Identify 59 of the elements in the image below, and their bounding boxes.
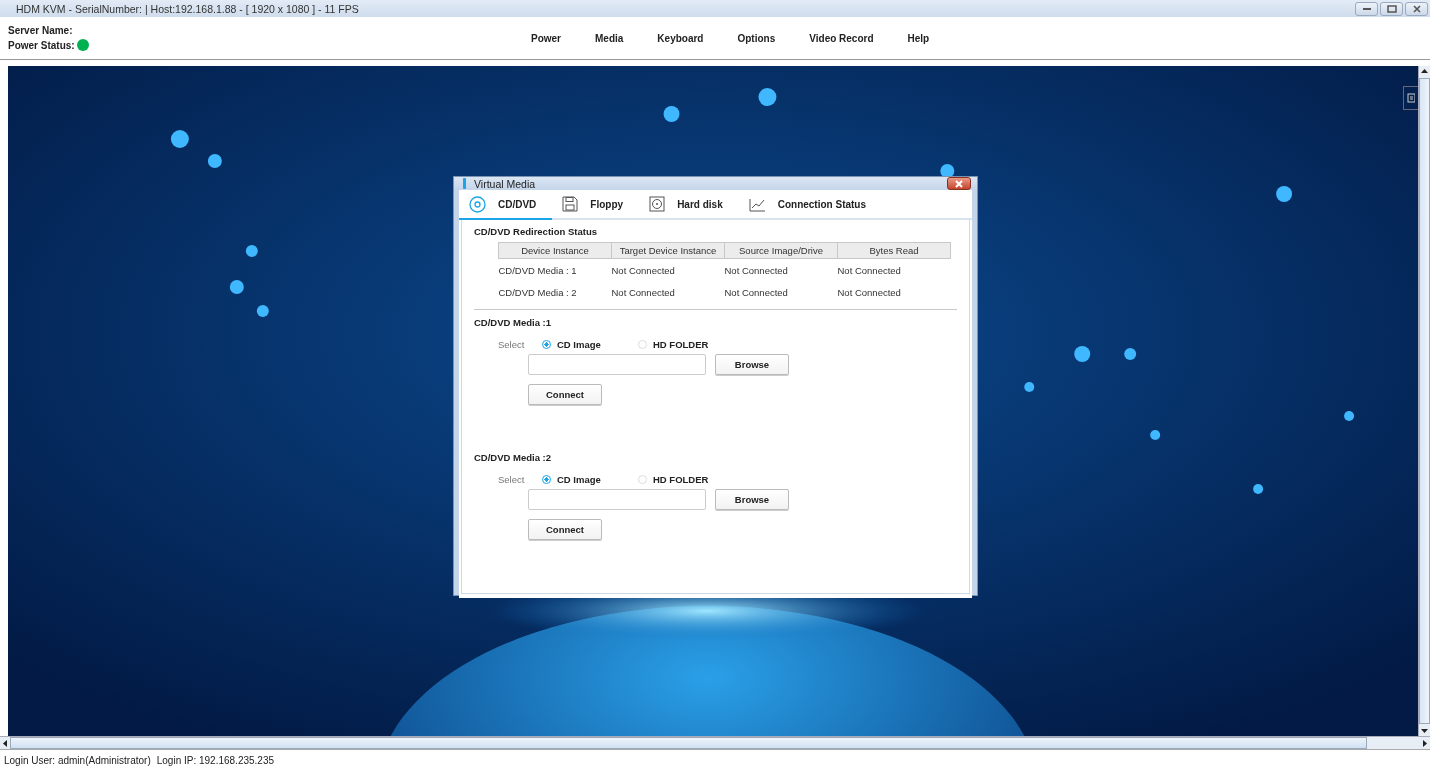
- login-ip-text: Login IP: 192.168.235.235: [156, 755, 275, 766]
- radio-option[interactable]: CD Image: [542, 474, 628, 485]
- select-label: Select: [498, 474, 526, 485]
- maximize-button[interactable]: [1380, 1, 1403, 16]
- up-arrow-icon[interactable]: [1419, 66, 1430, 76]
- table-cell: CD/DVD Media : 2: [498, 281, 612, 303]
- maximize-icon: [1386, 4, 1397, 13]
- right-arrow-icon[interactable]: [1420, 737, 1430, 749]
- table-cell: Not Connected: [724, 258, 838, 281]
- close-icon: [954, 179, 964, 188]
- browse-button[interactable]: Browse: [715, 354, 789, 375]
- server-name-label: Server Name:: [8, 25, 74, 36]
- close-button[interactable]: [947, 177, 971, 190]
- window-icon: [463, 178, 466, 189]
- hard-disk-icon: [649, 196, 666, 212]
- radio-option[interactable]: HD FOLDER: [638, 474, 724, 485]
- close-button[interactable]: [1405, 1, 1428, 16]
- table-cell: Not Connected: [837, 258, 951, 281]
- disc-icon: [469, 195, 486, 213]
- minimize-button[interactable]: [1355, 1, 1378, 16]
- menu-item[interactable]: Media: [578, 32, 641, 44]
- select-label: Select: [498, 339, 526, 350]
- radio-button[interactable]: [542, 340, 551, 349]
- path-field[interactable]: [528, 489, 706, 510]
- chart-icon: [748, 196, 766, 212]
- table-cell: Not Connected: [724, 281, 838, 303]
- browse-button[interactable]: Browse: [715, 489, 789, 510]
- horizontal-scrollbar[interactable]: [0, 736, 1430, 749]
- menu-item[interactable]: Options: [720, 32, 793, 44]
- menu-item[interactable]: Keyboard: [640, 32, 721, 44]
- down-arrow-icon[interactable]: [1419, 726, 1430, 736]
- menu-item[interactable]: Help: [890, 32, 947, 44]
- section-title: CD/DVD Media :1: [474, 317, 553, 328]
- radio-option[interactable]: CD Image: [542, 339, 628, 350]
- vertical-scrollbar[interactable]: [1418, 66, 1430, 736]
- radio-option[interactable]: HD FOLDER: [638, 339, 724, 350]
- column-header: Bytes Read: [837, 242, 951, 259]
- column-header: Target Device Instance: [611, 242, 725, 259]
- section-title: CD/DVD Media :2: [474, 452, 553, 463]
- close-icon: [1411, 4, 1422, 13]
- left-arrow-icon[interactable]: [0, 737, 10, 749]
- power-status-label: Power Status:: [8, 39, 75, 51]
- radio-button[interactable]: [542, 475, 551, 484]
- table-cell-text: Not Connected: [611, 285, 676, 300]
- menu-item[interactable]: Power: [514, 32, 578, 44]
- table-cell: CD/DVD Media : 1: [498, 258, 612, 281]
- connect-button[interactable]: Connect: [528, 519, 602, 540]
- connect-button[interactable]: Connect: [528, 384, 602, 405]
- path-field[interactable]: [528, 354, 706, 375]
- table-cell: Not Connected: [611, 258, 725, 281]
- window-title: HDM KVM - SerialNumber: | Host:192.168.1.88 - [ 1920 x 1080 ] - 11 FPS: [16, 2, 359, 15]
- dialog-title: Virtual Media: [474, 177, 537, 190]
- column-header: Source Image/Drive: [724, 242, 838, 259]
- login-user-text: Login User: admin(Administrator): [4, 755, 151, 766]
- table-cell-text: Not Connected: [837, 285, 902, 300]
- section-title: CD/DVD Redirection Status: [474, 226, 598, 237]
- menu-item[interactable]: Video Record: [792, 32, 891, 44]
- floppy-icon: [562, 196, 579, 212]
- column-header: Device Instance: [498, 242, 612, 259]
